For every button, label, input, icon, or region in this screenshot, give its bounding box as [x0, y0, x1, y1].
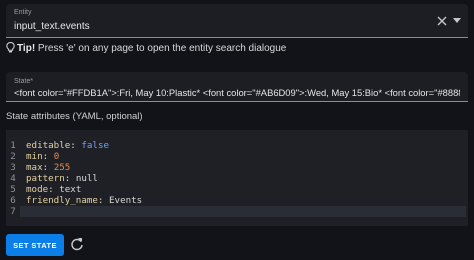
yaml-separator: : — [97, 195, 109, 206]
code-line: pattern: null — [20, 173, 466, 184]
yaml-separator: : — [70, 140, 82, 151]
refresh-icon[interactable] — [70, 236, 84, 252]
yaml-value: 0 — [53, 151, 60, 162]
line-number: 6 — [10, 195, 16, 206]
close-icon[interactable] — [436, 15, 448, 27]
set-state-button[interactable]: SET STATE — [6, 234, 64, 256]
state-input[interactable]: <font color="#FFDB1A">:Fri, May 10:Plast… — [14, 87, 460, 98]
yaml-key: editable — [26, 140, 71, 151]
line-number: 7 — [10, 206, 16, 217]
yaml-separator: : — [64, 173, 76, 184]
code-line: friendly_name: Events — [20, 195, 466, 206]
line-number: 2 — [10, 151, 16, 162]
code-line: max: 255 — [20, 162, 466, 173]
yaml-key: mode — [26, 184, 49, 195]
line-number-gutter: 1234567 — [6, 130, 20, 226]
entity-input[interactable]: input_text.events — [14, 21, 90, 32]
line-number: 5 — [10, 184, 16, 195]
line-number: 4 — [10, 173, 16, 184]
tip-text: Press 'e' on any page to open the entity… — [35, 43, 287, 54]
yaml-value: Events — [109, 195, 143, 206]
yaml-key: max — [26, 162, 43, 173]
yaml-key: pattern — [26, 173, 65, 184]
code-line — [20, 206, 466, 217]
code-line: min: 0 — [20, 151, 466, 162]
lightbulb-icon — [6, 42, 15, 53]
yaml-value: false — [81, 140, 110, 151]
code-line: mode: text — [20, 184, 466, 195]
yaml-editor[interactable]: 1234567 editable: false min: 0 max: 255 pat… — [6, 130, 468, 226]
yaml-key: min — [26, 151, 43, 162]
tip-title: Tip! — [17, 43, 36, 54]
yaml-separator: : — [42, 162, 54, 173]
entity-label: Entity — [14, 9, 32, 16]
tip: Tip! Press 'e' on any page to open the e… — [6, 42, 286, 54]
yaml-value: null — [75, 173, 98, 184]
state-label: State* — [14, 78, 34, 85]
state-field[interactable]: State* <font color="#FFDB1A">:Fri, May 1… — [6, 72, 468, 102]
line-number: 3 — [10, 162, 16, 173]
entity-field[interactable]: Entity input_text.events — [6, 4, 468, 38]
code-area[interactable]: editable: false min: 0 max: 255 pattern: nu… — [20, 140, 466, 217]
yaml-key: friendly_name — [26, 195, 98, 206]
code-line: editable: false — [20, 140, 466, 151]
yaml-value: text — [59, 184, 82, 195]
yaml-separator: : — [48, 184, 60, 195]
line-number: 1 — [10, 140, 16, 151]
attributes-label: State attributes (YAML, optional) — [6, 111, 143, 122]
yaml-value: 255 — [53, 162, 71, 173]
chevron-down-icon[interactable] — [453, 18, 461, 24]
yaml-separator: : — [42, 151, 54, 162]
